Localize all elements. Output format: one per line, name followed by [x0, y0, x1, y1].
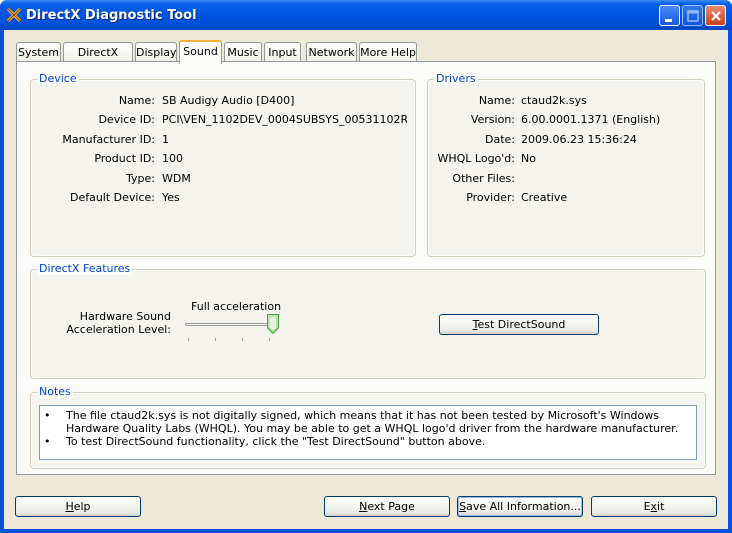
- device-name-label: Name:: [118, 94, 155, 107]
- bullet-icon: •: [44, 409, 51, 422]
- device-group-title: Device: [37, 72, 79, 85]
- tab-display[interactable]: Display: [135, 42, 177, 62]
- drivers-group: Drivers Name: ctaud2k.sys Version: 6.00.…: [427, 72, 705, 257]
- hw-accel-label-line2: Acceleration Level:: [66, 323, 171, 336]
- default-device-value: Yes: [162, 191, 180, 204]
- drivers-group-title: Drivers: [434, 72, 478, 85]
- product-id-value: 100: [162, 152, 183, 165]
- next-page-label: Next Page: [359, 500, 415, 513]
- provider-value: Creative: [521, 191, 568, 204]
- driver-date-label: Date:: [485, 133, 515, 146]
- client-area: System DirectX Files Display Sound Music…: [4, 30, 728, 529]
- device-name-value: SB Audigy Audio [D400]: [162, 94, 295, 107]
- close-button[interactable]: [705, 5, 726, 26]
- close-icon: [711, 11, 721, 21]
- device-group: Device Name: SB Audigy Audio [D400] Devi…: [30, 72, 416, 257]
- whql-logo-label: WHQL Logo'd:: [437, 152, 515, 165]
- product-id-label: Product ID:: [94, 152, 155, 165]
- tab-input[interactable]: Input: [264, 42, 301, 62]
- tab-directx-files[interactable]: DirectX Files: [63, 42, 133, 78]
- accel-level-value: Full acceleration: [191, 300, 282, 313]
- maximize-icon: [687, 10, 699, 22]
- driver-version-value: 6.00.0001.1371 (English): [521, 113, 661, 126]
- type-value: WDM: [162, 172, 191, 185]
- notes-group-title: Notes: [37, 385, 73, 398]
- default-device-label: Default Device:: [69, 191, 155, 204]
- minimize-icon: [665, 19, 672, 22]
- sound-tab-panel: Device Name: SB Audigy Audio [D400] Devi…: [16, 61, 716, 475]
- tab-system[interactable]: System: [16, 42, 61, 62]
- directx-icon: [6, 7, 22, 23]
- save-all-information-button[interactable]: Save All Information...: [457, 496, 583, 517]
- directx-window: DirectX Diagnostic Tool System DirectX F…: [0, 0, 732, 533]
- driver-name-label: Name:: [478, 94, 515, 107]
- slider-thumb-icon[interactable]: [267, 314, 279, 334]
- title-bar[interactable]: DirectX Diagnostic Tool: [0, 0, 732, 30]
- manufacturer-id-label: Manufacturer ID:: [62, 133, 155, 146]
- device-id-label: Device ID:: [98, 113, 155, 126]
- whql-logo-value: No: [521, 152, 536, 165]
- hw-accel-label-line1: Hardware Sound: [79, 310, 171, 323]
- exit-button[interactable]: Exit: [591, 496, 717, 517]
- type-label: Type:: [126, 172, 155, 185]
- driver-date-value: 2009.06.23 15:36:24: [521, 133, 637, 146]
- notes-group: Notes • The file ctaud2k.sys is not digi…: [30, 385, 706, 469]
- tab-music[interactable]: Music: [224, 42, 262, 62]
- driver-version-label: Version:: [470, 113, 515, 126]
- device-id-value: PCI\VEN_1102DEV_0004SUBSYS_00531102REV_0…: [162, 113, 407, 126]
- help-button[interactable]: Help: [15, 496, 141, 517]
- notes-textbox[interactable]: • The file ctaud2k.sys is not digitally …: [39, 405, 697, 460]
- exit-label: Exit: [643, 500, 665, 513]
- maximize-button[interactable]: [682, 5, 703, 26]
- test-directsound-label: Test DirectSound: [472, 318, 566, 331]
- other-files-label: Other Files:: [452, 172, 515, 185]
- provider-label: Provider:: [466, 191, 515, 204]
- next-page-button[interactable]: Next Page: [324, 496, 450, 517]
- accel-level-slider[interactable]: [185, 314, 279, 342]
- window-title: DirectX Diagnostic Tool: [26, 8, 197, 23]
- test-directsound-button[interactable]: Test DirectSound: [439, 314, 599, 335]
- tab-network[interactable]: Network: [306, 42, 357, 62]
- driver-name-value: ctaud2k.sys: [521, 94, 587, 107]
- directx-features-group: DirectX Features Hardware Sound Accelera…: [30, 262, 706, 379]
- bullet-icon: •: [44, 435, 51, 448]
- help-label: Help: [65, 500, 91, 513]
- minimize-button[interactable]: [659, 5, 680, 26]
- tab-more-help[interactable]: More Help: [359, 42, 417, 62]
- manufacturer-id-value: 1: [162, 133, 169, 146]
- tab-sound[interactable]: Sound: [179, 40, 222, 64]
- save-all-label: Save All Information...: [459, 500, 581, 513]
- directx-features-title: DirectX Features: [37, 262, 133, 275]
